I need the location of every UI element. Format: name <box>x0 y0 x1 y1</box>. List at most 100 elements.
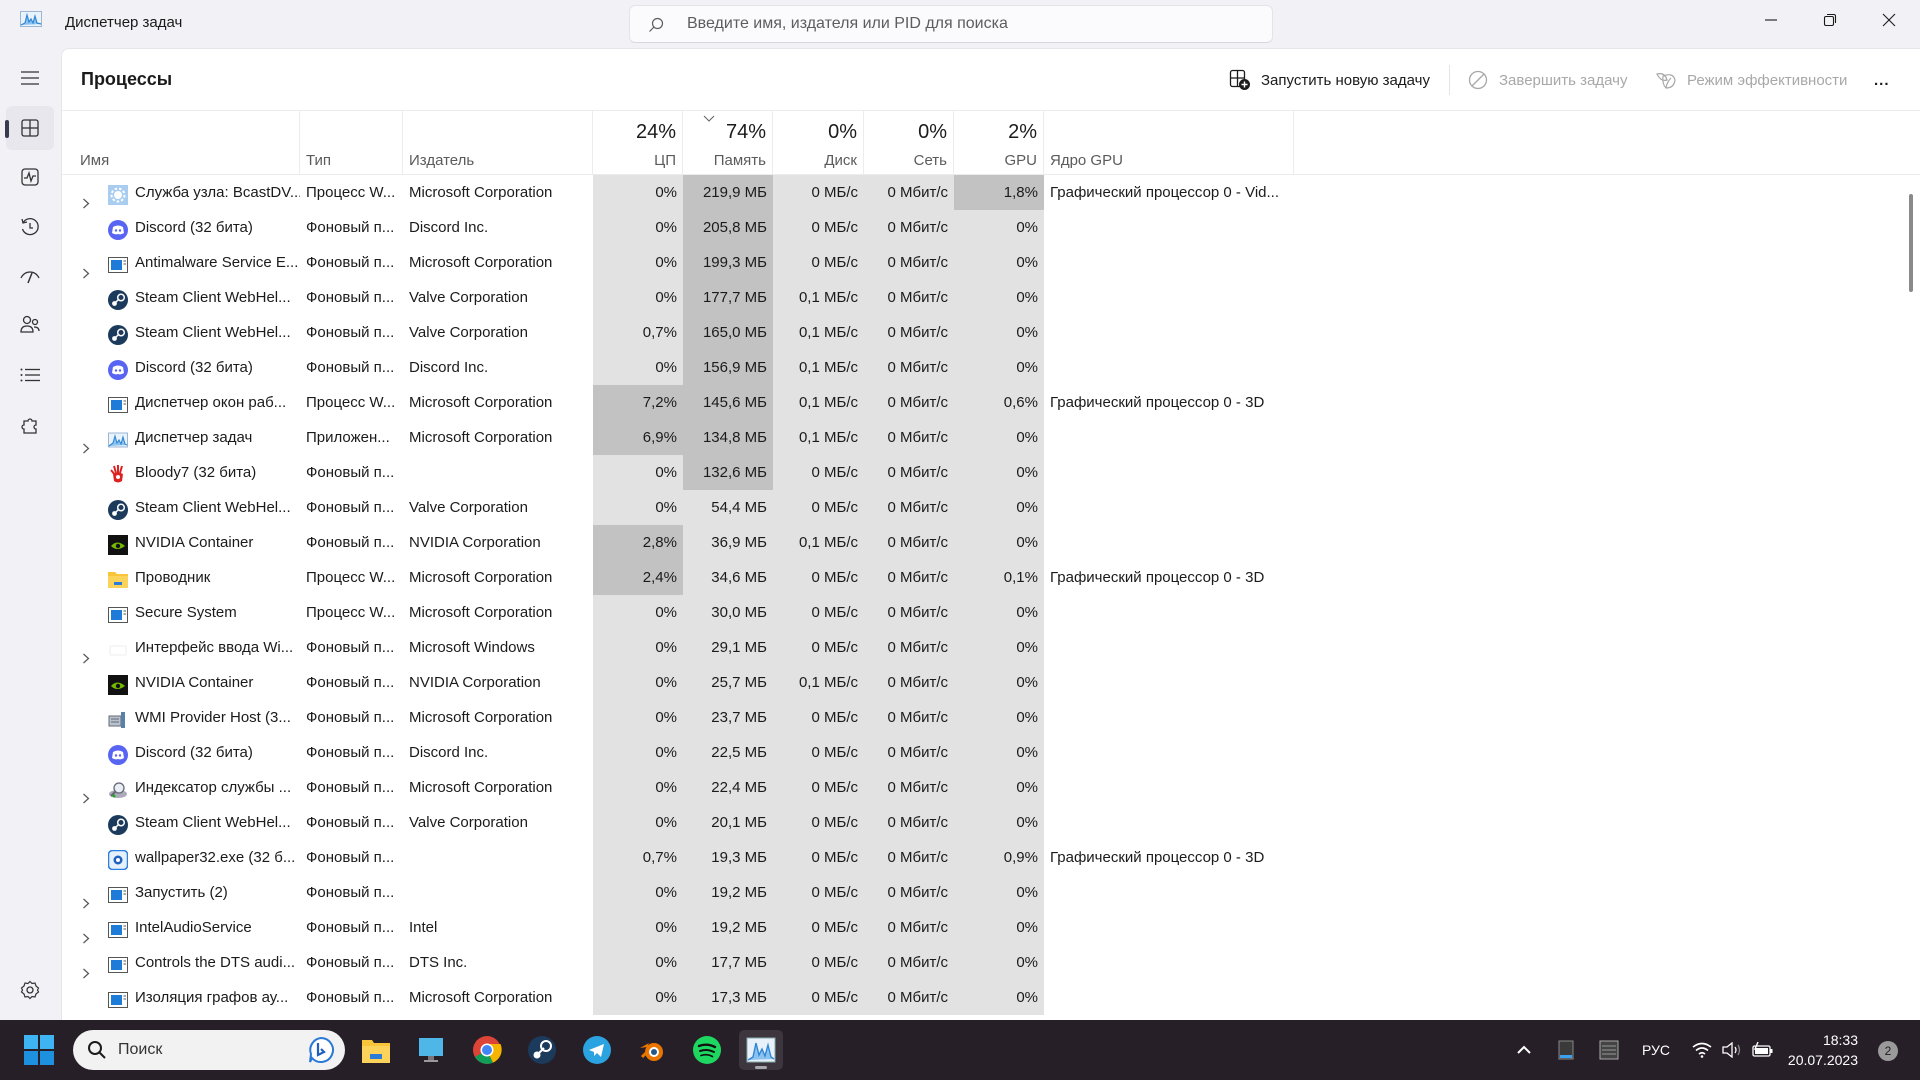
column-header-gpu[interactable]: 2% GPU <box>954 111 1044 175</box>
taskbar-task-manager[interactable] <box>739 1030 783 1070</box>
process-row[interactable]: Служба узла: BcastDV... Процесс W... Micro… <box>62 175 1920 210</box>
expand-chevron-icon[interactable] <box>82 782 90 804</box>
vertical-scrollbar[interactable] <box>1909 194 1913 292</box>
close-button[interactable] <box>1859 0 1919 40</box>
column-header-publisher[interactable]: Издатель <box>403 111 593 175</box>
process-name: Discord (32 бита) <box>135 744 253 761</box>
process-row[interactable]: Запустить (2) Фоновый п... 0% 19,2 МБ 0 МБ/с… <box>62 875 1920 910</box>
nav-item-app-history[interactable] <box>6 205 54 249</box>
process-row[interactable]: NVIDIA Container Фоновый п... NVIDIA Corpo… <box>62 665 1920 700</box>
nav-item-processes[interactable] <box>5 106 54 150</box>
expand-chevron-icon[interactable] <box>82 187 90 209</box>
taskbar-blender[interactable] <box>630 1030 674 1070</box>
process-row[interactable]: wallpaper32.exe (32 б... Фоновый п... 0,7%… <box>62 840 1920 875</box>
process-gpu: 0% <box>954 700 1044 735</box>
process-row[interactable]: Discord (32 бита) Фоновый п... Discord Inc… <box>62 735 1920 770</box>
expand-chevron-icon[interactable] <box>82 642 90 664</box>
run-new-task-button[interactable]: Запустить новую задачу <box>1229 61 1430 99</box>
tray-app-2[interactable] <box>1599 1020 1619 1080</box>
taskbar-file-explorer[interactable] <box>354 1030 398 1070</box>
nav-item-details[interactable] <box>6 353 54 397</box>
process-row[interactable]: WMI Provider Host (3... Фоновый п... Micro… <box>62 700 1920 735</box>
windows-start-button[interactable] <box>24 1035 54 1065</box>
minimize-button[interactable] <box>1741 0 1801 40</box>
nav-menu-button[interactable] <box>6 56 54 100</box>
process-row[interactable]: Проводник Процесс W... Microsoft Corporati… <box>62 560 1920 595</box>
process-row[interactable]: Steam Client WebHel... Фоновый п... Valve … <box>62 805 1920 840</box>
expand-chevron-icon[interactable] <box>82 922 90 944</box>
process-row[interactable]: Диспетчер окон раб... Процесс W... Microso… <box>62 385 1920 420</box>
process-name-cell: Controls the DTS audi... <box>62 945 300 980</box>
volume-button[interactable] <box>1722 1020 1744 1080</box>
search-input[interactable] <box>687 6 1257 42</box>
column-header-type[interactable]: Тип <box>300 111 403 175</box>
notification-badge[interactable]: 2 <box>1878 1041 1898 1061</box>
end-task-button[interactable]: Завершить задачу <box>1467 61 1627 99</box>
taskbar-this-pc[interactable] <box>409 1030 453 1070</box>
nav-item-startup[interactable] <box>6 254 54 298</box>
tray-app-1[interactable] <box>1558 1020 1574 1080</box>
process-gpu: 0,9% <box>954 840 1044 875</box>
process-row[interactable]: Secure System Процесс W... Microsoft Corpo… <box>62 595 1920 630</box>
settings-gear-icon <box>20 980 40 1000</box>
minimize-icon <box>1765 19 1777 21</box>
process-name: Диспетчер окон раб... <box>135 394 287 411</box>
wifi-button[interactable] <box>1692 1020 1712 1080</box>
search-box[interactable] <box>629 5 1273 43</box>
clock[interactable]: 18:33 20.07.2023 <box>1788 1030 1858 1070</box>
close-icon <box>1882 13 1896 27</box>
process-row[interactable]: Discord (32 бита) Фоновый п... Discord Inc… <box>62 210 1920 245</box>
nav-item-users[interactable] <box>6 303 54 347</box>
nav-item-services[interactable] <box>6 403 54 447</box>
process-gpu-engine: Графический процессор 0 - Vid... <box>1050 184 1280 201</box>
column-header-memory[interactable]: 74% Память <box>683 111 773 175</box>
column-header-gpu-engine[interactable]: Ядро GPU <box>1044 111 1294 175</box>
process-row[interactable]: Изоляция графов ау... Фоновый п... Microso… <box>62 980 1920 1015</box>
process-row[interactable]: Steam Client WebHel... Фоновый п... Valve … <box>62 280 1920 315</box>
process-publisher <box>403 840 593 875</box>
restore-button[interactable] <box>1800 0 1860 40</box>
process-cpu: 0% <box>593 910 683 945</box>
show-hidden-icons-button[interactable] <box>1516 1020 1532 1080</box>
bing-icon[interactable] <box>307 1036 335 1064</box>
efficiency-mode-button[interactable]: Режим эффективности <box>1655 61 1847 99</box>
taskbar-spotify[interactable] <box>685 1030 729 1070</box>
taskbar-search[interactable]: Поиск <box>73 1030 345 1070</box>
process-row[interactable]: Bloody7 (32 бита) Фоновый п... 0% 132,6 МБ 0… <box>62 455 1920 490</box>
process-row[interactable]: Steam Client WebHel... Фоновый п... Valve … <box>62 315 1920 350</box>
process-publisher: DTS Inc. <box>409 954 468 971</box>
process-row[interactable]: NVIDIA Container Фоновый п... NVIDIA Corpo… <box>62 525 1920 560</box>
expand-chevron-icon[interactable] <box>82 432 90 454</box>
process-row[interactable]: IntelAudioService Фоновый п... Intel 0% 19,2… <box>62 910 1920 945</box>
process-type: Процесс W... <box>306 604 396 621</box>
taskbar-steam[interactable] <box>520 1030 564 1070</box>
process-row[interactable]: Интерфейс ввода Wi... Фоновый п... Microso… <box>62 630 1920 665</box>
process-row[interactable]: Steam Client WebHel... Фоновый п... Valve … <box>62 490 1920 525</box>
process-row[interactable]: Диспетчер задач Приложен... Microsoft Corp… <box>62 420 1920 455</box>
process-name-cell: Discord (32 бита) <box>62 735 300 770</box>
process-disk: 0 МБ/с <box>773 490 864 525</box>
process-row[interactable]: Antimalware Service E... Фоновый п... Micr… <box>62 245 1920 280</box>
process-name-cell: Secure System <box>62 595 300 630</box>
process-row[interactable]: Индексатор службы ... Фоновый п... Microso… <box>62 770 1920 805</box>
wmi-icon <box>108 708 128 728</box>
taskbar-chrome[interactable] <box>465 1030 509 1070</box>
expand-chevron-icon[interactable] <box>82 957 90 979</box>
expand-chevron-icon[interactable] <box>82 257 90 279</box>
column-header-cpu[interactable]: 24% ЦП <box>593 111 683 175</box>
bloody-icon <box>108 463 128 483</box>
column-header-disk[interactable]: 0% Диск <box>773 111 864 175</box>
process-row[interactable]: Controls the DTS audi... Фоновый п... DTS … <box>62 945 1920 980</box>
battery-button[interactable] <box>1752 1020 1774 1080</box>
column-header-name[interactable]: Имя <box>62 111 300 175</box>
process-type: Процесс W... <box>306 184 396 201</box>
column-header-network[interactable]: 0% Сеть <box>864 111 954 175</box>
process-row[interactable]: Discord (32 бита) Фоновый п... Discord Inc… <box>62 350 1920 385</box>
expand-chevron-icon[interactable] <box>82 887 90 909</box>
nav-item-performance[interactable] <box>6 155 54 199</box>
language-indicator[interactable]: РУС <box>1642 1020 1670 1080</box>
process-memory: 165,0 МБ <box>683 315 773 350</box>
taskbar-telegram[interactable] <box>575 1030 619 1070</box>
nav-item-settings[interactable] <box>6 968 54 1012</box>
more-options-button[interactable]: ... <box>1874 61 1890 99</box>
